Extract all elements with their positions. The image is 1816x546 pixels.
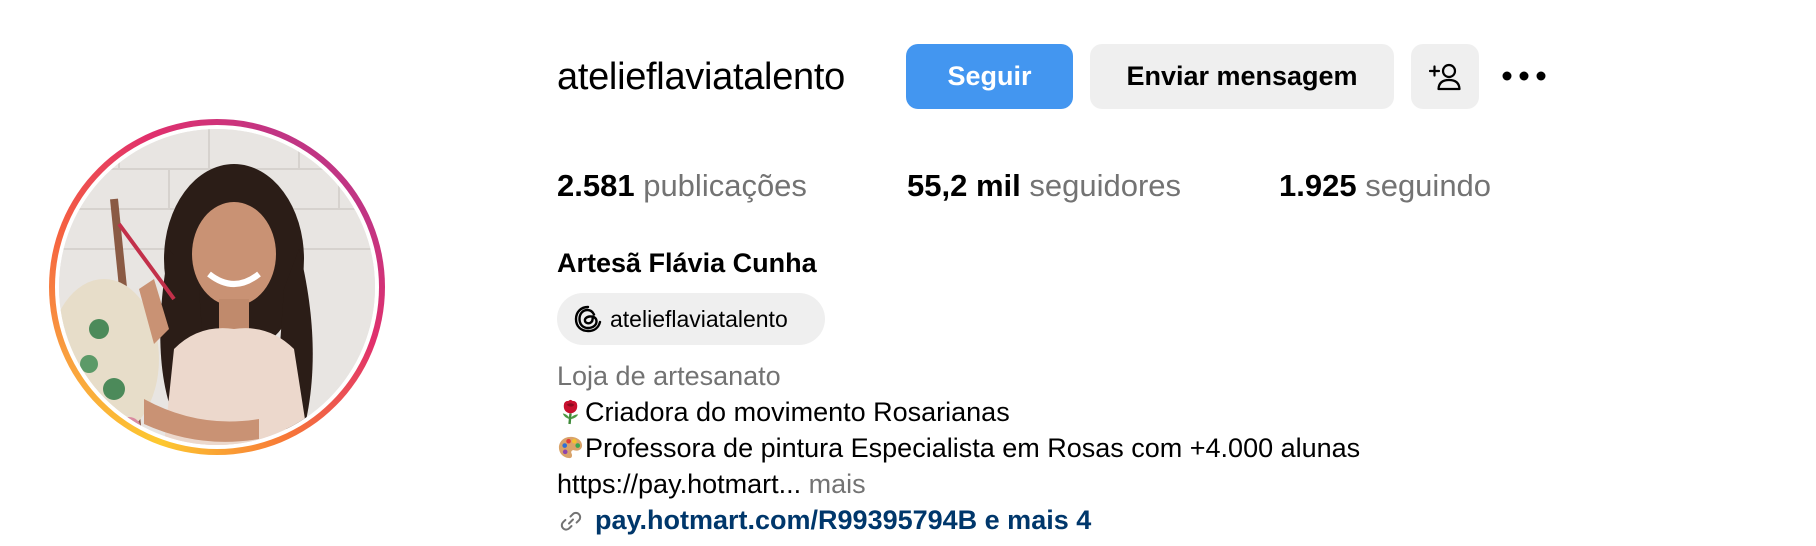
external-link-text[interactable]: pay.hotmart.com/R99395794B e mais 4 — [595, 502, 1091, 538]
more-options-button[interactable] — [1500, 64, 1548, 88]
following-count-value: 1.925 — [1279, 168, 1357, 203]
palette-emoji — [558, 436, 583, 459]
follow-button[interactable]: Seguir — [906, 44, 1073, 109]
posts-count: 2.581 publicações — [557, 166, 807, 206]
threads-badge[interactable]: atelieflaviatalento — [557, 293, 825, 345]
followers-count-value: 55,2 mil — [907, 168, 1021, 203]
add-person-icon — [1429, 63, 1461, 91]
profile-category: Loja de artesanato — [557, 361, 781, 391]
bio-line-3-text: https://pay.hotmart... — [557, 469, 802, 499]
link-icon — [560, 511, 582, 531]
bio-line-3: https://pay.hotmart... mais — [557, 466, 866, 502]
profile-username: atelieflaviatalento — [557, 56, 845, 98]
more-horizontal-icon — [1502, 71, 1546, 81]
suggested-accounts-button[interactable] — [1411, 44, 1479, 109]
followers-count-label: seguidores — [1029, 168, 1182, 203]
bio-line-1: Criadora do movimento Rosarianas — [557, 394, 1010, 430]
followers-count[interactable]: 55,2 mil seguidores — [907, 166, 1181, 206]
bio-more-link[interactable]: mais — [809, 469, 866, 499]
rose-emoji — [562, 399, 579, 425]
profile-avatar[interactable] — [49, 119, 385, 455]
following-count-label: seguindo — [1365, 168, 1492, 203]
threads-icon — [574, 305, 602, 333]
posts-count-value: 2.581 — [557, 168, 635, 203]
avatar-portrait-image — [59, 129, 375, 445]
bio-line-2: Professora de pintura Especialista em Ro… — [557, 430, 1360, 466]
posts-count-label: publicações — [643, 168, 807, 203]
bio-line-1-text: Criadora do movimento Rosarianas — [585, 397, 1010, 427]
send-message-button[interactable]: Enviar mensagem — [1090, 44, 1394, 109]
profile-full-name: Artesã Flávia Cunha — [557, 248, 817, 278]
following-count[interactable]: 1.925 seguindo — [1279, 166, 1491, 206]
avatar-photo — [59, 129, 375, 445]
threads-handle: atelieflaviatalento — [610, 306, 788, 332]
bio-line-2-text: Professora de pintura Especialista em Ro… — [585, 433, 1361, 463]
